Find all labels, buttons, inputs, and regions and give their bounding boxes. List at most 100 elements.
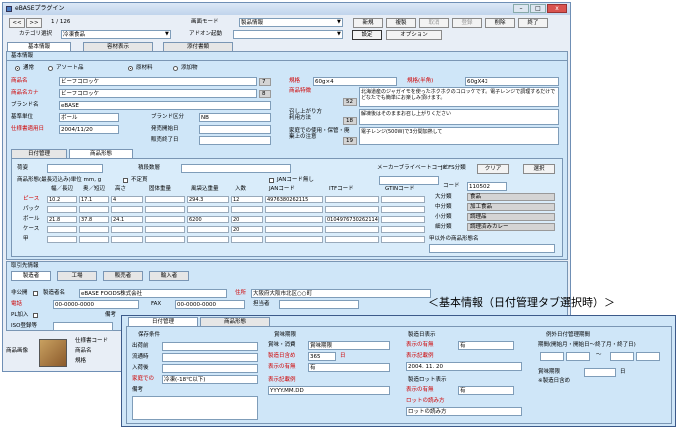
new-button[interactable]: 新規 [353, 18, 383, 28]
close-button[interactable]: x [547, 4, 567, 13]
grid-cell[interactable]: 10.2 [47, 196, 77, 203]
distribution-input[interactable] [162, 353, 258, 362]
tel-input[interactable]: 00-0000-0000 [53, 300, 139, 309]
next-record-button[interactable]: >> [26, 18, 42, 28]
tab-seller[interactable]: 販売者 [103, 271, 143, 281]
radio-normal[interactable] [15, 66, 20, 71]
grid-cell[interactable] [265, 226, 323, 233]
grid-cell[interactable] [265, 216, 323, 223]
clear-button[interactable]: クリア [477, 164, 509, 174]
minimize-button[interactable]: – [513, 4, 529, 13]
chevron-down-icon[interactable]: ▼ [337, 20, 341, 25]
private-checkbox[interactable] [33, 291, 38, 296]
grid-cell[interactable]: 20 [231, 216, 263, 223]
addon-select[interactable] [233, 30, 343, 39]
grid-cell[interactable] [265, 236, 323, 243]
format-input[interactable]: YYYY.MM.DD [268, 386, 390, 395]
person-input[interactable] [279, 300, 359, 309]
caution-textarea[interactable]: 電子レンジ(500W)で3分間加熱して [359, 127, 559, 145]
grid-cell[interactable]: 20 [231, 226, 263, 233]
howto-textarea[interactable]: 解凍後はそのままお召し上がりください [359, 109, 559, 125]
grid-cell[interactable] [381, 236, 425, 243]
maximize-button[interactable]: □ [530, 4, 546, 13]
shape-input[interactable] [47, 164, 103, 173]
brand-input[interactable]: eBASE [59, 101, 271, 110]
mfg-display-input[interactable]: 有 [458, 341, 514, 350]
jan-none-checkbox[interactable] [269, 178, 274, 183]
radio-assort[interactable] [48, 66, 53, 71]
period-end-month[interactable] [610, 352, 634, 361]
save-button[interactable]: 登録 [452, 18, 482, 28]
delete-button[interactable]: 削除 [485, 18, 515, 28]
radio-additive[interactable] [173, 66, 178, 71]
product-kana-input[interactable]: ビーフコロッケ [59, 89, 257, 98]
grid-cell[interactable] [79, 236, 109, 243]
grid-cell[interactable] [381, 216, 425, 223]
tab-importer[interactable]: 輸入者 [149, 271, 189, 281]
grid-cell[interactable] [325, 206, 379, 213]
grid-cell[interactable]: 24.1 [111, 216, 143, 223]
period-start-month[interactable] [540, 352, 564, 361]
standard-kana-input[interactable]: 60gX4ｺ [465, 77, 559, 86]
grid-cell[interactable] [381, 206, 425, 213]
grid-cell[interactable] [145, 226, 185, 233]
grid-cell[interactable] [325, 236, 379, 243]
grid-cell[interactable] [187, 206, 229, 213]
feature-textarea[interactable]: 北海道産のジャガイモを使ったホクホクのコロッケです。電子レンジで調理するだけでど… [359, 87, 559, 107]
days-input[interactable]: 365 [308, 352, 336, 361]
select-button[interactable]: 選択 [523, 164, 555, 174]
fax-input[interactable]: 00-0000-0000 [175, 300, 245, 309]
maker-name-input[interactable]: eBASE FOODS株式会社 [79, 289, 227, 298]
address-input[interactable]: 大阪府大阪市北区○○町 [251, 289, 431, 298]
tab-factory[interactable]: 工場 [57, 271, 97, 281]
grid-cell[interactable] [79, 206, 109, 213]
standard-input[interactable]: 60g×4 [313, 77, 397, 86]
grid-cell[interactable] [145, 236, 185, 243]
brand-category-input[interactable]: NB [199, 113, 271, 122]
iso-input[interactable] [53, 322, 113, 331]
maker-code-input[interactable] [379, 176, 439, 185]
grid-cell[interactable] [79, 226, 109, 233]
lot-display-input[interactable]: 有 [458, 386, 514, 395]
chevron-down-icon[interactable]: ▼ [337, 32, 341, 37]
zoom-remarks-input[interactable] [132, 396, 258, 420]
grid-cell[interactable]: 4976380262115 [265, 196, 323, 203]
mfg-format-input[interactable]: 2004. 11. 20 [406, 362, 522, 371]
grid-cell[interactable]: 0104976730262114 [325, 216, 379, 223]
period-start-day[interactable] [566, 352, 590, 361]
code-input[interactable]: 110502 [467, 182, 507, 191]
category-select[interactable]: 冷凍食品 [61, 30, 171, 39]
product-name-input[interactable]: ビーフコロッケ [59, 77, 257, 86]
irregular-checkbox[interactable] [123, 178, 128, 183]
prev-record-button[interactable]: << [9, 18, 25, 28]
screen-mode-select[interactable]: 製品情報 [239, 18, 343, 27]
copy-button[interactable]: 複製 [386, 18, 416, 28]
grid-cell[interactable] [111, 206, 143, 213]
unit-input[interactable]: ボール [59, 113, 119, 122]
grid-cell[interactable]: 294.3 [187, 196, 229, 203]
display-input[interactable]: 有 [308, 363, 390, 372]
grid-cell[interactable]: 17.1 [79, 196, 109, 203]
expiry-type-input[interactable]: 賞味期限 [308, 341, 390, 350]
grid-cell[interactable] [325, 226, 379, 233]
grid-cell[interactable] [145, 206, 185, 213]
grid-cell[interactable]: 37.8 [79, 216, 109, 223]
options-button[interactable]: オプション [386, 30, 442, 40]
grid-cell[interactable]: 6200 [187, 216, 229, 223]
grid-cell[interactable]: 12 [231, 196, 263, 203]
grid-cell[interactable] [47, 226, 77, 233]
grid-cell[interactable] [47, 206, 77, 213]
grid-cell[interactable] [231, 206, 263, 213]
settings-button[interactable]: 設定 [352, 30, 382, 40]
grid-cell[interactable] [325, 196, 379, 203]
release-date-input[interactable] [199, 125, 271, 134]
exp-period-input[interactable] [584, 368, 616, 377]
grid-cell[interactable] [111, 226, 143, 233]
grid-cell[interactable] [381, 226, 425, 233]
grid-cell[interactable] [381, 196, 425, 203]
pl-checkbox[interactable] [33, 313, 38, 318]
grid-cell[interactable]: 4 [111, 196, 143, 203]
grid-cell[interactable]: 21.8 [47, 216, 77, 223]
sale-end-input[interactable] [199, 136, 271, 145]
arrival-input[interactable] [162, 364, 258, 373]
